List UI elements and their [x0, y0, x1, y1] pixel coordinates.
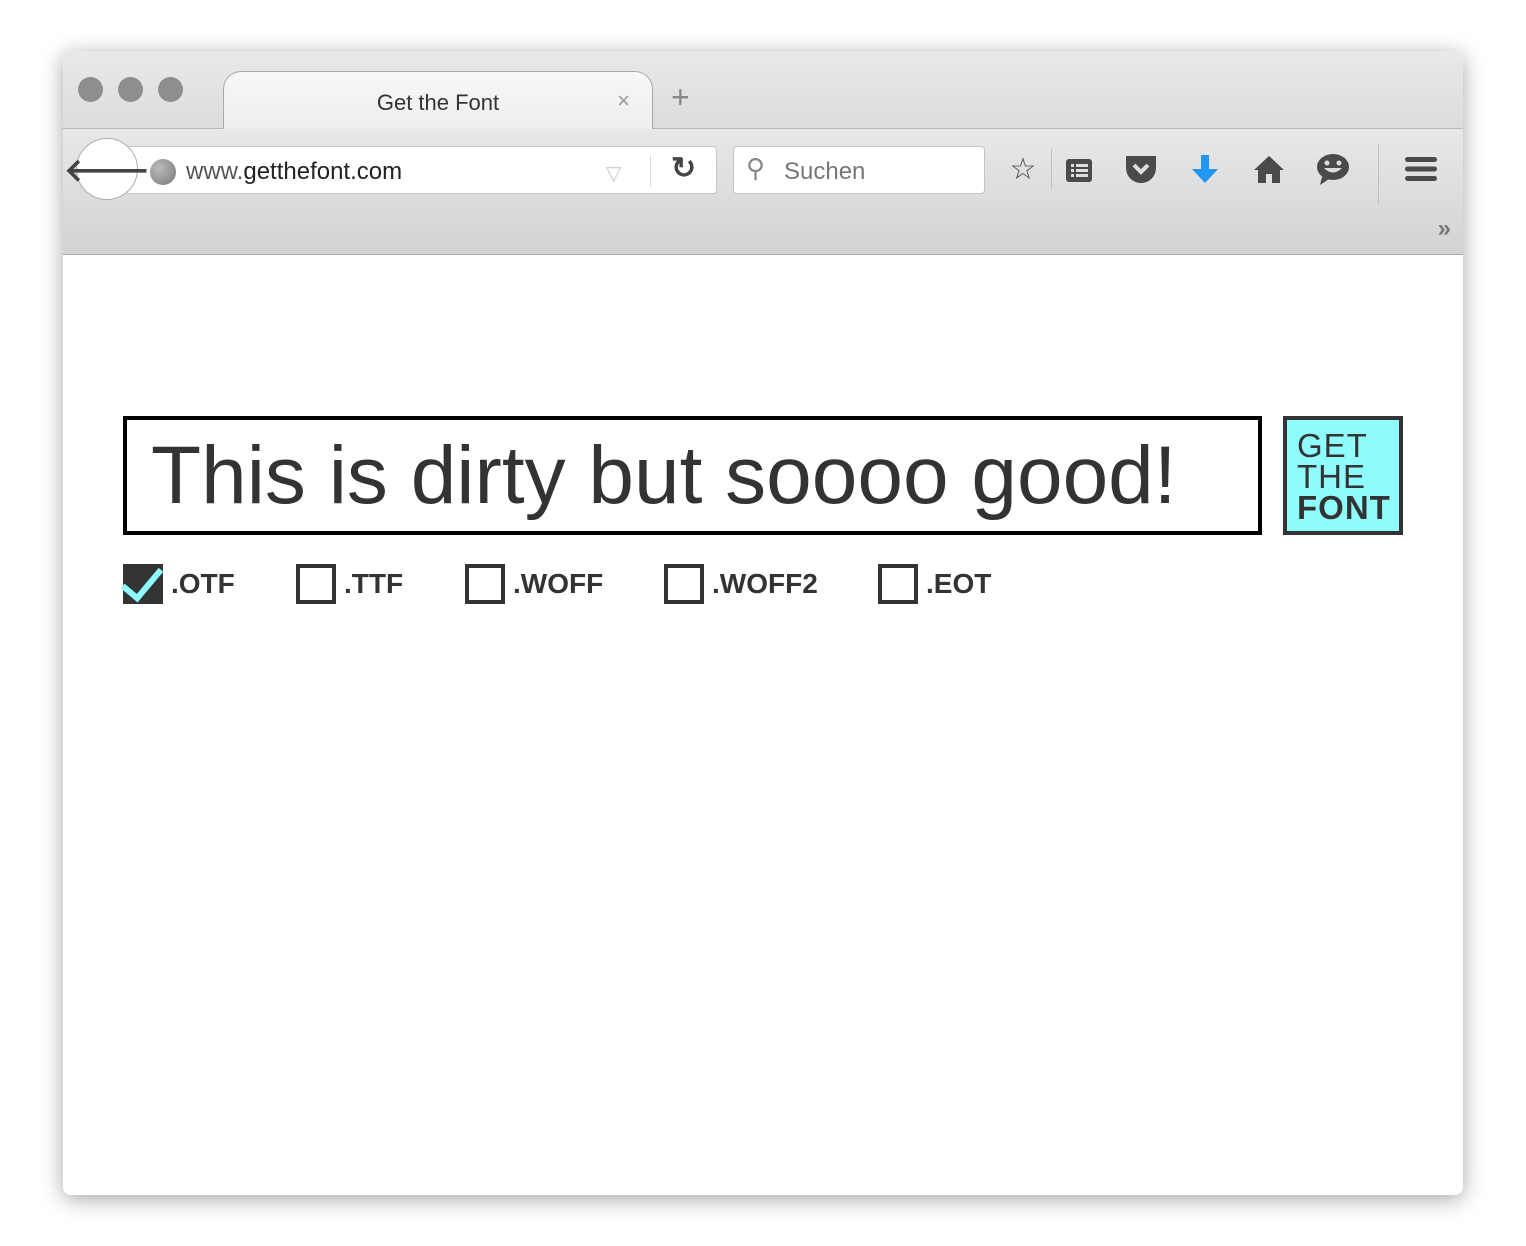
zoom-window-button[interactable] [158, 77, 183, 102]
tab-bar: Get the Font × + [63, 51, 1463, 130]
logo-line-font: FONT [1297, 489, 1391, 526]
new-tab-button[interactable]: + [671, 81, 690, 113]
checkbox-eot[interactable] [878, 564, 918, 604]
divider [650, 155, 651, 187]
get-the-font-button[interactable]: GET THE FONT [1283, 416, 1403, 535]
format-options: .OTF .TTF .WOFF .WOFF2 .EOT [123, 564, 991, 604]
home-icon[interactable] [1249, 149, 1289, 189]
url-domain: getthefont.com [243, 158, 403, 185]
url-text: www.getthefont.com [186, 158, 402, 186]
back-arrow-icon: 🡐 [64, 151, 150, 188]
format-label: .TTF [344, 568, 404, 599]
back-button[interactable]: 🡐 [64, 138, 150, 200]
close-window-button[interactable] [78, 77, 103, 102]
search-input[interactable]: ⚲ Suchen [733, 146, 985, 194]
tab-title: Get the Font [376, 90, 500, 115]
checkbox-woff[interactable] [465, 564, 505, 604]
bookmark-star-icon[interactable]: ☆ [1003, 149, 1043, 189]
format-label: .EOT [926, 568, 992, 599]
checkbox-woff2[interactable] [664, 564, 704, 604]
page-content: GET THE FONT .OTF .TTF .WOFF .WOFF2 .EOT [63, 255, 1463, 1195]
checkbox-otf[interactable] [123, 564, 163, 604]
nav-toolbar: www.getthefont.com ▽ ↻ 🡐 ⚲ Suchen ☆ » [63, 129, 1463, 255]
dropdown-triangle-icon[interactable]: ▽ [606, 161, 621, 186]
search-icon: ⚲ [746, 153, 766, 183]
format-ttf[interactable]: .TTF [296, 564, 465, 604]
divider [1378, 144, 1379, 204]
reload-icon[interactable]: ↻ [671, 151, 696, 186]
pocket-icon[interactable] [1121, 149, 1161, 189]
format-woff2[interactable]: .WOFF2 [664, 564, 878, 604]
divider [1051, 149, 1052, 189]
url-bar[interactable]: www.getthefont.com ▽ ↻ [125, 146, 717, 194]
logo-line-get: GET [1297, 427, 1368, 464]
browser-window: Get the Font × + www.getthefont.com ▽ ↻ … [63, 51, 1463, 1195]
tab-get-the-font[interactable]: Get the Font × [223, 71, 653, 130]
reading-list-icon[interactable] [1059, 149, 1099, 189]
format-woff[interactable]: .WOFF [465, 564, 664, 604]
minimize-window-button[interactable] [118, 77, 143, 102]
search-placeholder: Suchen [784, 158, 866, 185]
format-label: .WOFF [513, 568, 604, 599]
format-eot[interactable]: .EOT [878, 564, 991, 604]
menu-hamburger-icon[interactable] [1401, 149, 1441, 189]
checkbox-ttf[interactable] [296, 564, 336, 604]
overflow-chevron-icon[interactable]: » [1438, 215, 1451, 243]
format-label: .OTF [171, 568, 235, 599]
format-otf[interactable]: .OTF [123, 564, 296, 604]
globe-icon [150, 159, 176, 185]
font-preview-input[interactable] [123, 416, 1262, 535]
download-icon[interactable] [1185, 149, 1225, 189]
hello-chat-icon[interactable] [1313, 149, 1353, 189]
logo-line-the: THE [1297, 458, 1366, 495]
url-prefix: www. [186, 158, 244, 185]
format-label: .WOFF2 [712, 568, 818, 599]
close-tab-icon[interactable]: × [617, 88, 630, 114]
